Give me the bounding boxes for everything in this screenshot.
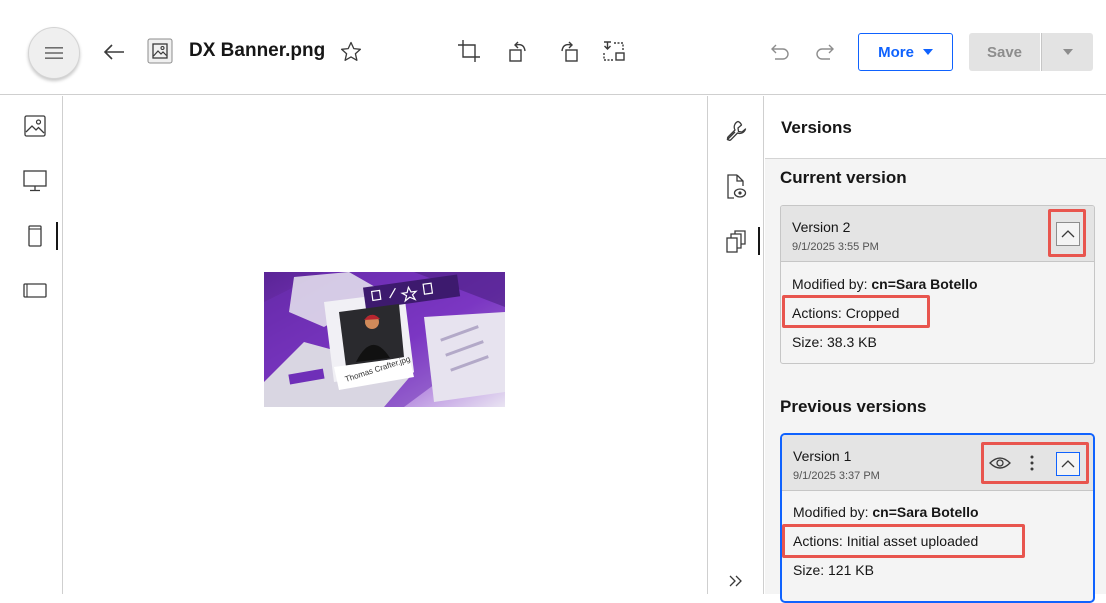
- crop-icon: [458, 40, 480, 62]
- mobile-view-button[interactable]: [20, 221, 50, 251]
- version-date: 9/1/2025 3:37 PM: [793, 470, 880, 482]
- image-view-button[interactable]: [20, 111, 50, 141]
- tablet-icon: [23, 283, 47, 298]
- modified-by-label: Modified by:: [793, 504, 869, 520]
- file-type-badge: [146, 37, 174, 65]
- wrench-icon: [726, 120, 747, 141]
- favorite-button[interactable]: [337, 38, 365, 66]
- active-panel-indicator: [758, 227, 760, 255]
- tools-button[interactable]: [721, 116, 751, 146]
- resize-button[interactable]: [600, 37, 628, 65]
- undo-icon: [771, 44, 789, 60]
- highlight-collapse-button: [1048, 209, 1086, 257]
- version-date: 9/1/2025 3:55 PM: [792, 241, 879, 253]
- undo-button[interactable]: [766, 38, 794, 66]
- save-button[interactable]: Save: [969, 33, 1040, 71]
- versions-button[interactable]: [721, 227, 751, 257]
- expand-panel-icon: [729, 575, 742, 587]
- back-button[interactable]: [100, 38, 128, 66]
- version-modified-by: Modified by: cn=Sara Botello: [793, 504, 979, 520]
- versions-panel-title: Versions: [781, 118, 852, 137]
- expand-panel-button[interactable]: [721, 566, 751, 596]
- version-name: Version 2: [792, 219, 851, 235]
- image-file-icon: [147, 38, 173, 64]
- modified-by-label: Modified by:: [792, 276, 868, 292]
- rotate-right-button[interactable]: [554, 37, 582, 65]
- preview-properties-button[interactable]: [721, 172, 751, 202]
- active-view-indicator: [56, 222, 58, 250]
- redo-button[interactable]: [811, 38, 839, 66]
- previous-versions-heading: Previous versions: [780, 397, 927, 416]
- resize-icon: [603, 41, 625, 61]
- left-rail: [0, 96, 63, 594]
- versions-icon: [726, 230, 746, 253]
- image-icon: [24, 115, 46, 137]
- desktop-view-button[interactable]: [20, 166, 50, 196]
- rotate-left-icon: [509, 41, 526, 62]
- image-canvas: Thomas Crafter.jpg: [64, 96, 707, 594]
- modified-by-value: cn=Sara Botello: [872, 504, 979, 520]
- rotate-left-button[interactable]: [505, 37, 533, 65]
- current-version-heading: Current version: [780, 168, 907, 187]
- crop-button[interactable]: [455, 37, 483, 65]
- save-options-button[interactable]: [1041, 33, 1093, 71]
- version-size: Size: 121 KB: [793, 562, 874, 578]
- version-size: Size: 38.3 KB: [792, 334, 877, 350]
- desktop-icon: [23, 170, 47, 192]
- highlight-actions-initial-upload: [782, 524, 1025, 558]
- more-button-label: More: [878, 43, 914, 61]
- banner-image: Thomas Crafter.jpg: [264, 272, 505, 407]
- caret-down-icon: [922, 49, 933, 55]
- image-preview[interactable]: Thomas Crafter.jpg: [264, 272, 505, 407]
- more-button[interactable]: More: [858, 33, 953, 71]
- hamburger-menu-icon: [45, 47, 63, 59]
- file-name: DX Banner.png: [189, 40, 326, 61]
- file-preview-icon: [727, 174, 747, 199]
- version-modified-by: Modified by: cn=Sara Botello: [792, 276, 978, 292]
- caret-down-icon: [1062, 49, 1073, 55]
- tablet-view-button[interactable]: [20, 276, 50, 306]
- versions-panel: Versions Current version Version 2 9/1/2…: [765, 96, 1106, 603]
- top-toolbar: DX Banner.png More Save: [0, 0, 1106, 95]
- mobile-icon: [28, 225, 42, 247]
- right-rail: [707, 96, 764, 594]
- modified-by-value: cn=Sara Botello: [871, 276, 978, 292]
- star-icon: [340, 41, 362, 61]
- hamburger-menu-button[interactable]: [28, 27, 80, 79]
- redo-icon: [816, 44, 834, 60]
- highlight-actions-cropped: [782, 295, 930, 328]
- versions-panel-header: Versions: [765, 96, 1106, 159]
- rotate-right-icon: [561, 41, 578, 62]
- version-name: Version 1: [793, 448, 852, 464]
- back-arrow-icon: [103, 44, 124, 60]
- highlight-version-actions: [981, 442, 1089, 484]
